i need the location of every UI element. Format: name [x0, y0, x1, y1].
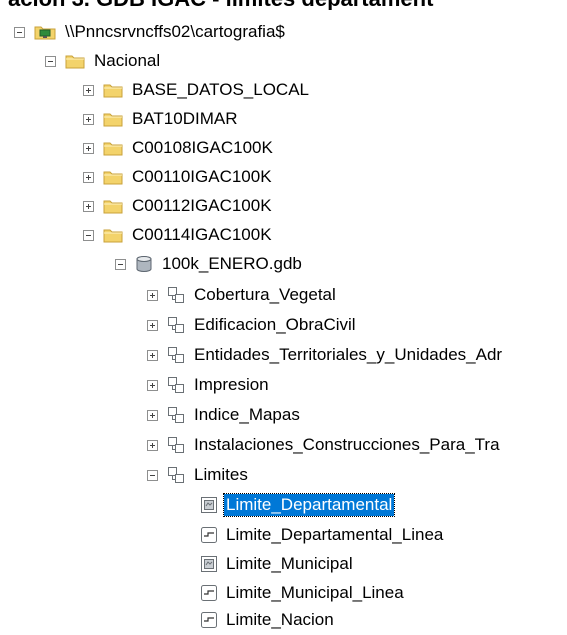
- tree-label: Limites: [194, 465, 248, 484]
- tree-label: C00112IGAC100K: [132, 196, 272, 215]
- tree-node-folder[interactable]: C00112IGAC100K: [83, 191, 274, 221]
- expand-toggle[interactable]: [83, 84, 94, 96]
- tree-node-dataset[interactable]: Limites: [147, 460, 250, 490]
- tree-label: BASE_DATOS_LOCAL: [132, 80, 310, 99]
- tree-node-folder[interactable]: C00114IGAC100K: [83, 220, 274, 250]
- tree-label: \\Pnncsrvncffs02\cartografia$: [65, 22, 285, 41]
- tree-node-nacional[interactable]: Nacional: [45, 46, 162, 76]
- tree-label: BAT10DIMAR: [132, 109, 238, 128]
- tree-node-dataset[interactable]: Instalaciones_Construcciones_Para_Tra: [147, 430, 502, 460]
- tree-label: Indice_Mapas: [194, 405, 300, 424]
- feature-dataset-icon: [168, 287, 184, 303]
- tree-label: C00110IGAC100K: [132, 167, 272, 186]
- collapse-toggle[interactable]: [83, 229, 94, 241]
- tree-label: 100k_ENERO.gdb: [162, 254, 302, 273]
- collapse-toggle[interactable]: [115, 258, 126, 270]
- tree-node-feature-class[interactable]: Limite_Municipal_Linea: [200, 578, 406, 608]
- line-feature-class-icon: [201, 527, 217, 543]
- expand-toggle[interactable]: [147, 319, 158, 331]
- tree-node-feature-class[interactable]: Limite_Municipal: [200, 549, 355, 579]
- expand-toggle[interactable]: [83, 200, 94, 212]
- tree-node-root[interactable]: \\Pnncsrvncffs02\cartografia$: [14, 17, 287, 47]
- tree-label: C00108IGAC100K: [132, 138, 273, 157]
- polygon-feature-class-icon: [201, 497, 217, 513]
- tree-node-dataset[interactable]: Impresion: [147, 370, 271, 400]
- tree-node-feature-class[interactable]: Limite_Departamental_Linea: [200, 520, 445, 550]
- tree-node-feature-class[interactable]: Limite_Departamental: [200, 490, 396, 520]
- tree-label: Instalaciones_Construcciones_Para_Tra: [194, 435, 500, 454]
- tree-node-dataset[interactable]: Cobertura_Vegetal: [147, 280, 338, 310]
- tree-label: Impresion: [194, 375, 269, 394]
- expand-toggle[interactable]: [147, 349, 158, 361]
- expand-toggle[interactable]: [147, 289, 158, 301]
- folder-icon: [103, 200, 123, 214]
- line-feature-class-icon: [201, 585, 217, 601]
- tree-node-folder[interactable]: BAT10DIMAR: [83, 104, 240, 134]
- tree-label: Nacional: [94, 51, 161, 70]
- tree-label: Limite_Municipal_Linea: [226, 583, 404, 602]
- geodatabase-icon: [136, 256, 152, 272]
- feature-dataset-icon: [168, 317, 184, 333]
- tree-label: Limite_Departamental_Linea: [226, 525, 444, 544]
- tree-node-folder[interactable]: C00110IGAC100K: [83, 162, 274, 192]
- expand-toggle[interactable]: [83, 142, 94, 154]
- tree-node-dataset[interactable]: Entidades_Territoriales_y_Unidades_Adr: [147, 340, 504, 370]
- folder-icon: [103, 229, 123, 243]
- expand-toggle[interactable]: [147, 439, 158, 451]
- tree-node-gdb[interactable]: 100k_ENERO.gdb: [115, 249, 304, 279]
- folder-icon: [103, 84, 123, 98]
- tree-node-feature-class[interactable]: Limite_Nacion: [200, 605, 336, 635]
- expand-toggle[interactable]: [147, 379, 158, 391]
- line-feature-class-icon: [201, 612, 217, 628]
- collapse-toggle[interactable]: [147, 469, 158, 481]
- collapse-toggle[interactable]: [14, 26, 25, 38]
- tree-label: Entidades_Territoriales_y_Unidades_Adr: [194, 345, 503, 364]
- folder-icon: [103, 113, 123, 127]
- catalog-tree[interactable]: \\Pnncsrvncffs02\cartografia$ Nacional B…: [0, 0, 567, 632]
- collapse-toggle[interactable]: [45, 55, 56, 67]
- feature-dataset-icon: [168, 437, 184, 453]
- feature-dataset-icon: [168, 347, 184, 363]
- feature-dataset-icon: [168, 407, 184, 423]
- tree-label: Limite_Departamental: [222, 493, 396, 517]
- polygon-feature-class-icon: [201, 556, 217, 572]
- tree-node-dataset[interactable]: Indice_Mapas: [147, 400, 302, 430]
- tree-node-folder[interactable]: BASE_DATOS_LOCAL: [83, 75, 311, 105]
- tree-label: Limite_Municipal: [226, 554, 353, 573]
- tree-label: C00114IGAC100K: [132, 225, 272, 244]
- tree-label: Edificacion_ObraCivil: [194, 315, 356, 334]
- expand-toggle[interactable]: [147, 409, 158, 421]
- folder-icon: [103, 142, 123, 156]
- feature-dataset-icon: [168, 467, 184, 483]
- expand-toggle[interactable]: [83, 171, 94, 183]
- expand-toggle[interactable]: [83, 113, 94, 125]
- tree-label: Cobertura_Vegetal: [194, 285, 336, 304]
- network-folder-icon: [34, 26, 56, 40]
- tree-node-dataset[interactable]: Edificacion_ObraCivil: [147, 310, 358, 340]
- feature-dataset-icon: [168, 377, 184, 393]
- folder-icon: [103, 171, 123, 185]
- folder-icon: [65, 55, 85, 69]
- tree-label: Limite_Nacion: [226, 610, 334, 629]
- tree-node-folder[interactable]: C00108IGAC100K: [83, 133, 275, 163]
